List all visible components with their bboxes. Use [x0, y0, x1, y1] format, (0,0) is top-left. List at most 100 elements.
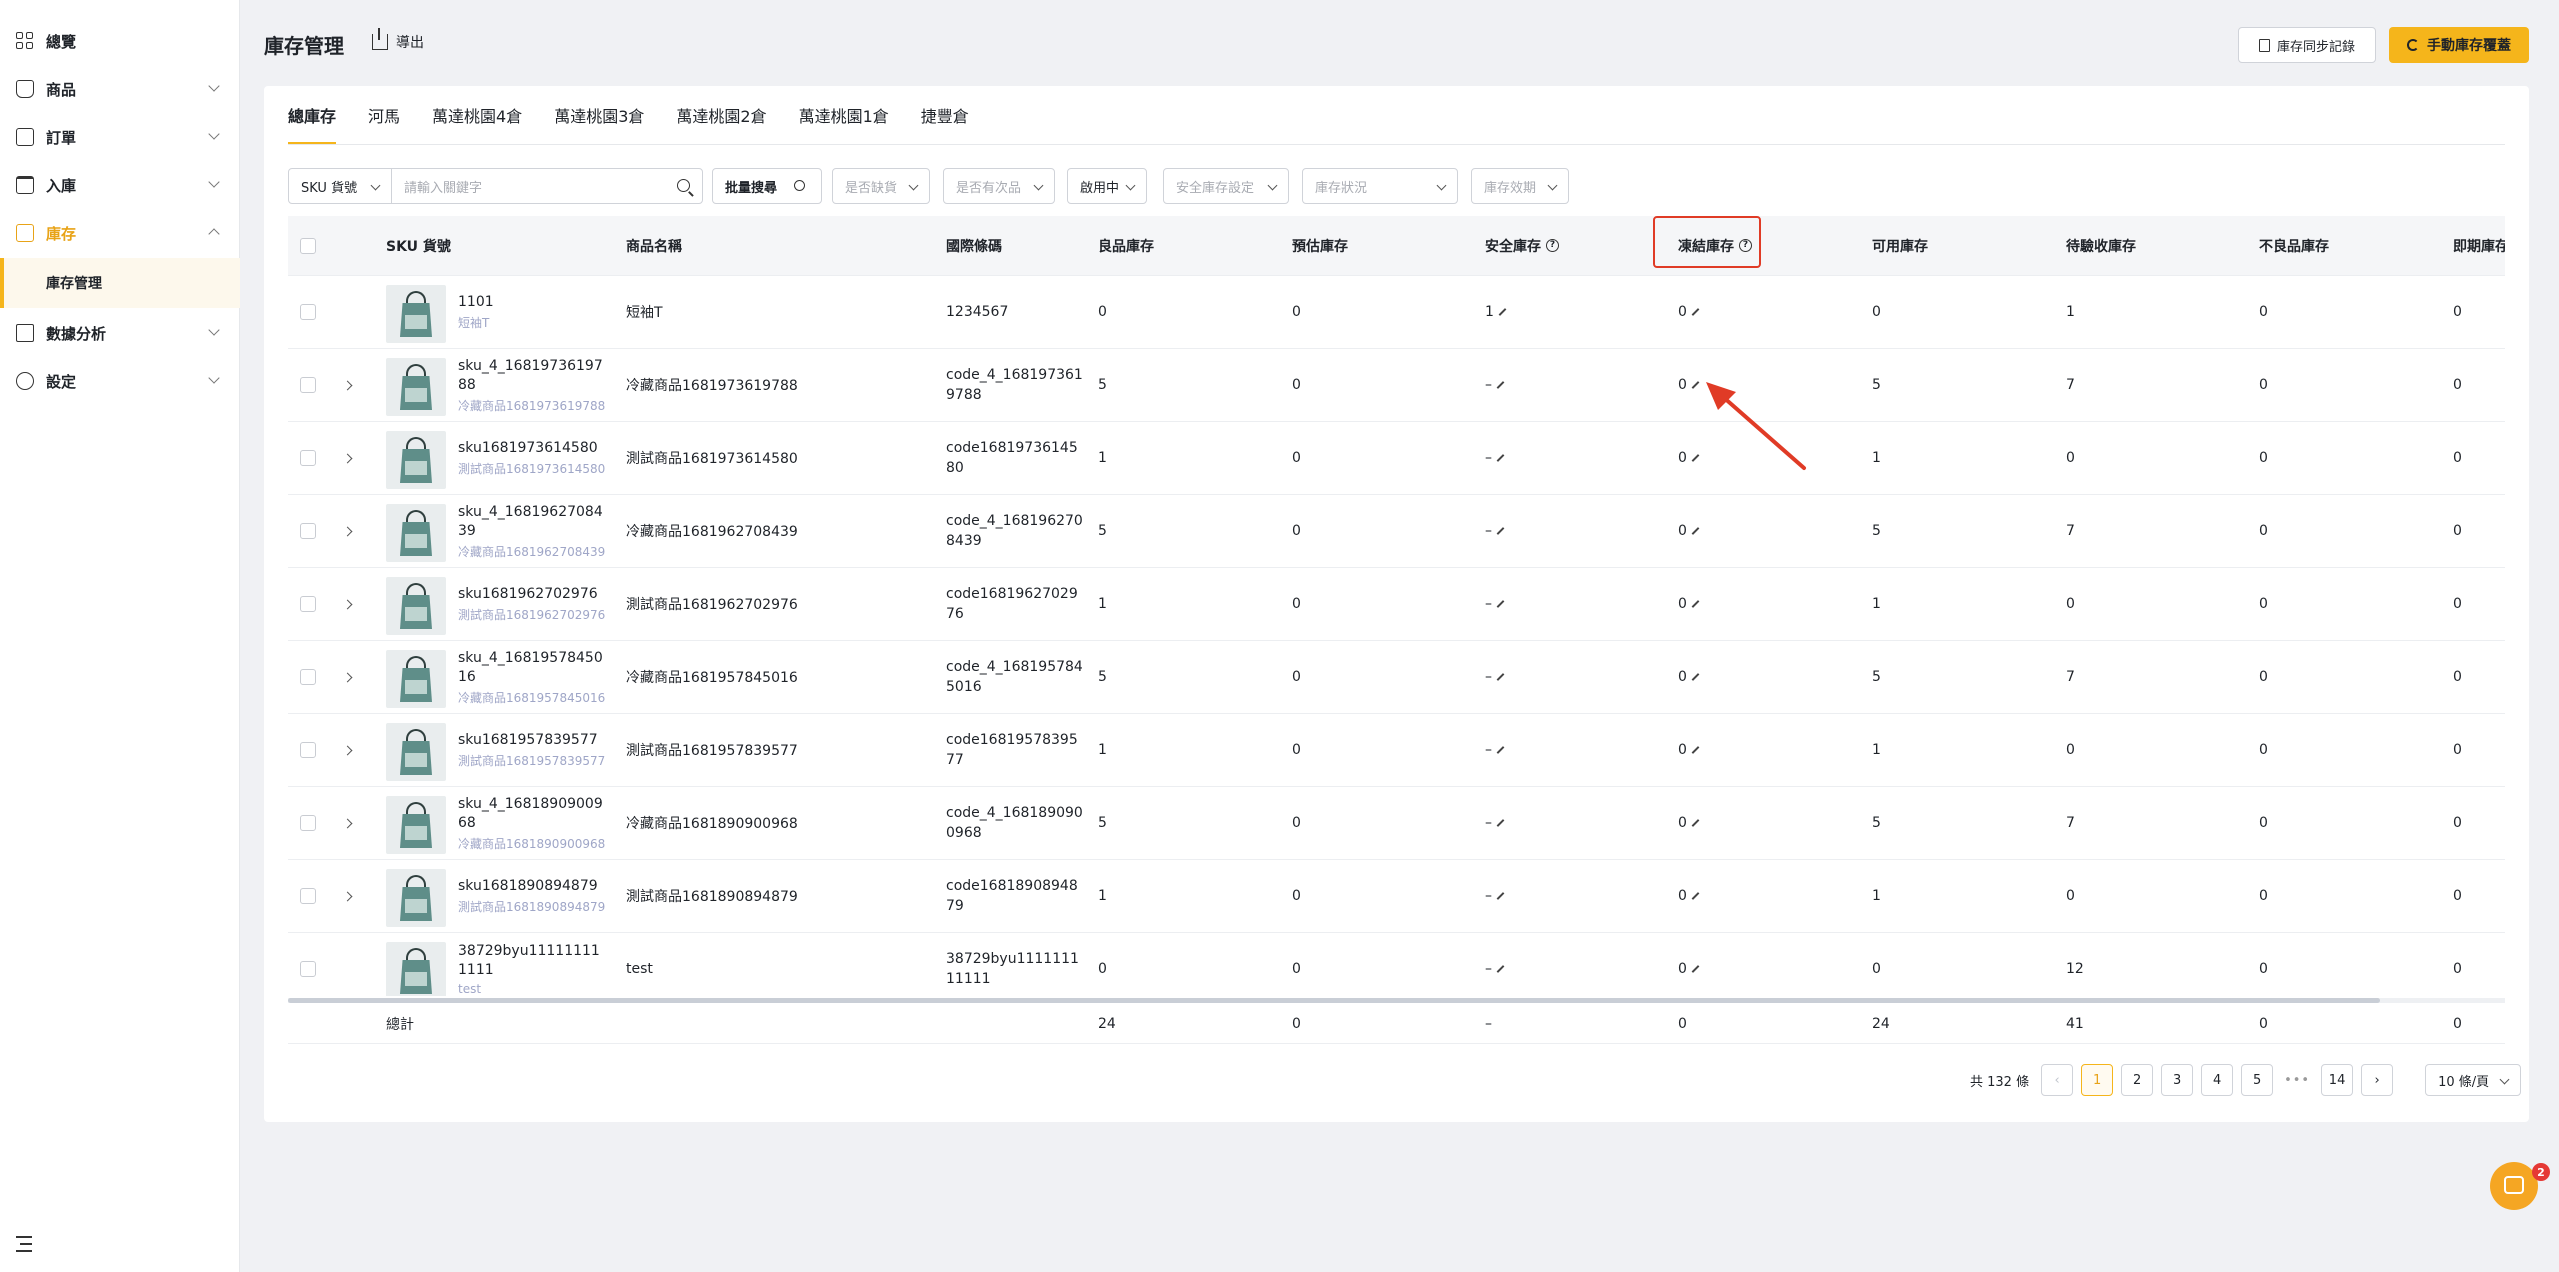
edit-icon[interactable] [1691, 673, 1700, 681]
collapse-sidebar-icon[interactable] [16, 1236, 34, 1252]
row-checkbox[interactable] [300, 523, 316, 539]
column-header-frozen[interactable]: 凍結庫存? [1678, 216, 1752, 275]
edit-icon[interactable] [1496, 965, 1505, 973]
scrollbar-thumb[interactable] [288, 998, 2380, 1003]
help-icon[interactable]: ? [1546, 239, 1559, 252]
next-page-button[interactable]: › [2361, 1064, 2394, 1096]
row-checkbox[interactable] [300, 596, 316, 612]
sku-code[interactable]: sku1681890894879 [458, 877, 608, 896]
tab-hema[interactable]: 河馬 [368, 86, 400, 144]
expand-row-icon[interactable] [342, 818, 353, 829]
column-header[interactable]: 預估庫存 [1292, 216, 1348, 275]
row-checkbox[interactable] [300, 961, 316, 977]
edit-icon[interactable] [1691, 381, 1700, 389]
expand-row-icon[interactable] [342, 453, 353, 464]
page-button[interactable]: 5 [2241, 1064, 2274, 1096]
sidebar-item-inventory[interactable]: 庫存 [0, 209, 240, 257]
page-button[interactable]: 2 [2121, 1064, 2154, 1096]
row-checkbox[interactable] [300, 450, 316, 466]
sidebar-item-settings[interactable]: 設定 [0, 357, 240, 405]
filter-has-defect[interactable]: 是否有次品 [943, 168, 1055, 204]
tab-taoyuan-1[interactable]: 萬達桃園1倉 [799, 86, 889, 144]
filter-stock-status[interactable]: 庫存狀況 [1302, 168, 1458, 204]
tab-total[interactable]: 總庫存 [288, 86, 337, 144]
search-input[interactable]: 請輸入關鍵字 [391, 168, 703, 204]
bulk-search-button[interactable]: 批量搜尋 [712, 168, 822, 204]
expand-row-icon[interactable] [342, 891, 353, 902]
prev-page-button[interactable]: ‹ [2041, 1064, 2074, 1096]
page-button[interactable]: 1 [2081, 1064, 2114, 1096]
column-header[interactable]: 良品庫存 [1098, 216, 1154, 275]
sidebar-item-analytics[interactable]: 數據分析 [0, 309, 240, 357]
row-checkbox[interactable] [300, 815, 316, 831]
expand-row-icon[interactable] [342, 745, 353, 756]
table-horizontal-scrollbar[interactable] [288, 998, 2505, 1003]
filter-out-of-stock[interactable]: 是否缺貨 [832, 168, 930, 204]
sidebar-item-inbound[interactable]: 入庫 [0, 161, 240, 209]
edit-icon[interactable] [1691, 454, 1700, 462]
edit-icon[interactable] [1691, 308, 1700, 316]
search-icon[interactable] [677, 179, 690, 192]
more-pages-button[interactable]: ••• [2281, 1064, 2314, 1096]
edit-icon[interactable] [1691, 965, 1700, 973]
edit-icon[interactable] [1496, 600, 1505, 608]
tab-taoyuan-2[interactable]: 萬達桃園2倉 [676, 86, 766, 144]
row-checkbox[interactable] [300, 669, 316, 685]
edit-icon[interactable] [1691, 892, 1700, 900]
column-header[interactable]: SKU 貨號 [386, 216, 451, 275]
sku-field-select[interactable]: SKU 貨號 [288, 168, 392, 204]
expand-row-icon[interactable] [342, 526, 353, 537]
export-button[interactable]: 導出 [372, 28, 424, 52]
page-button[interactable]: 3 [2161, 1064, 2194, 1096]
edit-icon[interactable] [1498, 308, 1507, 316]
edit-icon[interactable] [1496, 673, 1505, 681]
sidebar-item-inventory-management[interactable]: 庫存管理 [0, 258, 240, 308]
sku-code[interactable]: sku_4_1681973619788 [458, 357, 608, 395]
select-all-checkbox[interactable] [300, 238, 316, 254]
tab-taoyuan-3[interactable]: 萬達桃園3倉 [554, 86, 644, 144]
filter-enabled[interactable]: 啟用中 [1067, 168, 1147, 204]
column-header-safety[interactable]: 安全庫存? [1485, 216, 1559, 275]
tab-jiefeng[interactable]: 捷豐倉 [921, 86, 969, 144]
filter-safety-stock[interactable]: 安全庫存設定 [1163, 168, 1289, 204]
sidebar-item-overview[interactable]: 總覽 [0, 17, 240, 65]
help-icon[interactable]: ? [1739, 239, 1752, 252]
column-header[interactable]: 商品名稱 [626, 216, 682, 275]
sku-code[interactable]: 38729byu111111111111 [458, 942, 608, 980]
edit-icon[interactable] [1496, 892, 1505, 900]
sku-code[interactable]: sku1681957839577 [458, 731, 608, 750]
edit-icon[interactable] [1496, 746, 1505, 754]
expand-row-icon[interactable] [342, 599, 353, 610]
edit-icon[interactable] [1691, 527, 1700, 535]
expand-row-icon[interactable] [342, 672, 353, 683]
manual-override-button[interactable]: 手動庫存覆蓋 [2389, 27, 2529, 63]
column-header[interactable]: 不良品庫存 [2259, 216, 2329, 275]
edit-icon[interactable] [1496, 454, 1505, 462]
column-header[interactable]: 可用庫存 [1872, 216, 1928, 275]
page-size-select[interactable]: 10 條/頁 [2425, 1064, 2522, 1096]
sku-code[interactable]: sku1681973614580 [458, 439, 608, 458]
sku-code[interactable]: sku_4_1681890900968 [458, 795, 608, 833]
edit-icon[interactable] [1691, 600, 1700, 608]
sku-code[interactable]: sku_4_1681962708439 [458, 503, 608, 541]
column-header[interactable]: 待驗收庫存 [2066, 216, 2136, 275]
sync-log-button[interactable]: 庫存同步記錄 [2238, 27, 2376, 63]
edit-icon[interactable] [1496, 527, 1505, 535]
sku-code[interactable]: 1101 [458, 293, 608, 312]
filter-expiry[interactable]: 庫存效期 [1471, 168, 1569, 204]
edit-icon[interactable] [1496, 381, 1505, 389]
sidebar-item-orders[interactable]: 訂單 [0, 113, 240, 161]
expand-row-icon[interactable] [342, 380, 353, 391]
row-checkbox[interactable] [300, 304, 316, 320]
column-header[interactable]: 即期庫存 [2453, 216, 2505, 275]
row-checkbox[interactable] [300, 742, 316, 758]
page-button[interactable]: 4 [2201, 1064, 2234, 1096]
row-checkbox[interactable] [300, 377, 316, 393]
edit-icon[interactable] [1691, 819, 1700, 827]
tab-taoyuan-4[interactable]: 萬達桃園4倉 [432, 86, 522, 144]
sidebar-item-products[interactable]: 商品 [0, 65, 240, 113]
sku-code[interactable]: sku1681962702976 [458, 585, 608, 604]
edit-icon[interactable] [1496, 819, 1505, 827]
sku-code[interactable]: sku_4_1681957845016 [458, 649, 608, 687]
row-checkbox[interactable] [300, 888, 316, 904]
